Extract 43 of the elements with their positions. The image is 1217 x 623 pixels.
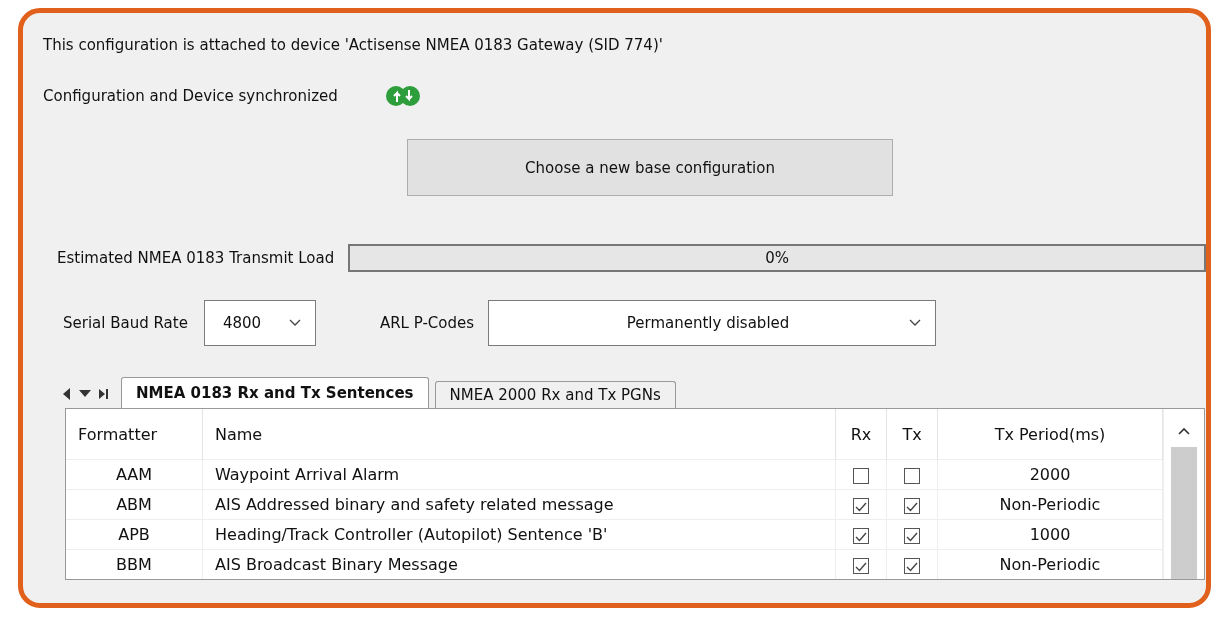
column-header: Rx [835, 409, 887, 460]
scroll-end-icon[interactable] [99, 388, 109, 400]
column-header: Tx [886, 409, 938, 460]
checkbox[interactable] [853, 527, 869, 544]
checkbox[interactable] [904, 527, 920, 544]
baud-rate-dropdown[interactable]: 4800 [203, 300, 316, 346]
tab[interactable]: NMEA 2000 Rx and Tx PGNs [434, 381, 676, 408]
base-configuration-button[interactable]: Choose a new base configuration [407, 139, 893, 196]
table-cell: Non-Periodic [937, 549, 1163, 579]
chevron-icon [288, 319, 301, 327]
dropdown-icon[interactable] [79, 390, 91, 398]
checkbox[interactable] [904, 467, 920, 484]
scrollbar-thumb[interactable] [1171, 447, 1197, 579]
table-cell: Waypoint Arrival Alarm [202, 459, 836, 490]
table-cell: AIS Addressed binary and safety related message [202, 489, 836, 520]
info-text: This configuration is attached to device 'Actisense NMEA 0183 Gateway (SID 774)' [43, 36, 663, 54]
checkbox[interactable] [904, 557, 920, 574]
checkbox[interactable] [853, 497, 869, 514]
arl-pcodes-dropdown[interactable]: Permanently disabled [488, 300, 937, 346]
column-header: Name [202, 409, 836, 460]
table-cell: AAM [66, 459, 203, 490]
table-cell: ABM [66, 489, 203, 520]
tab[interactable]: NMEA 0183 Rx and Tx Sentences [121, 377, 429, 408]
transmit-load-reading: 0% [765, 249, 789, 267]
column-header: Formatter [66, 409, 203, 460]
baud-rate-label: Serial Baud Rate [62, 314, 188, 332]
chevron-icon [909, 319, 922, 327]
table-cell: BBM [66, 549, 203, 579]
transmit-load-label: Estimated NMEA 0183 Transmit Load [56, 249, 335, 267]
table-cell: AIS Broadcast Binary Message [202, 549, 836, 579]
table-cell: 2000 [937, 459, 1163, 490]
column-header: Tx Period(ms) [937, 409, 1163, 460]
table-cell: Heading/Track Controller (Autopilot) Sentence 'B' [202, 519, 836, 550]
table-cell: Non-Periodic [937, 489, 1163, 520]
checkbox[interactable] [853, 467, 869, 484]
table-cell: 1000 [937, 519, 1163, 550]
table-cell: APB [66, 519, 203, 550]
checkbox[interactable] [904, 497, 920, 514]
checkbox[interactable] [853, 557, 869, 574]
arl-pcodes-label: ARL P-Codes [379, 314, 475, 332]
sync-status-text: Configuration and Device synchronized [43, 87, 338, 105]
scroll-up-icon[interactable] [1178, 427, 1190, 435]
scroll-left-icon[interactable] [63, 388, 71, 400]
